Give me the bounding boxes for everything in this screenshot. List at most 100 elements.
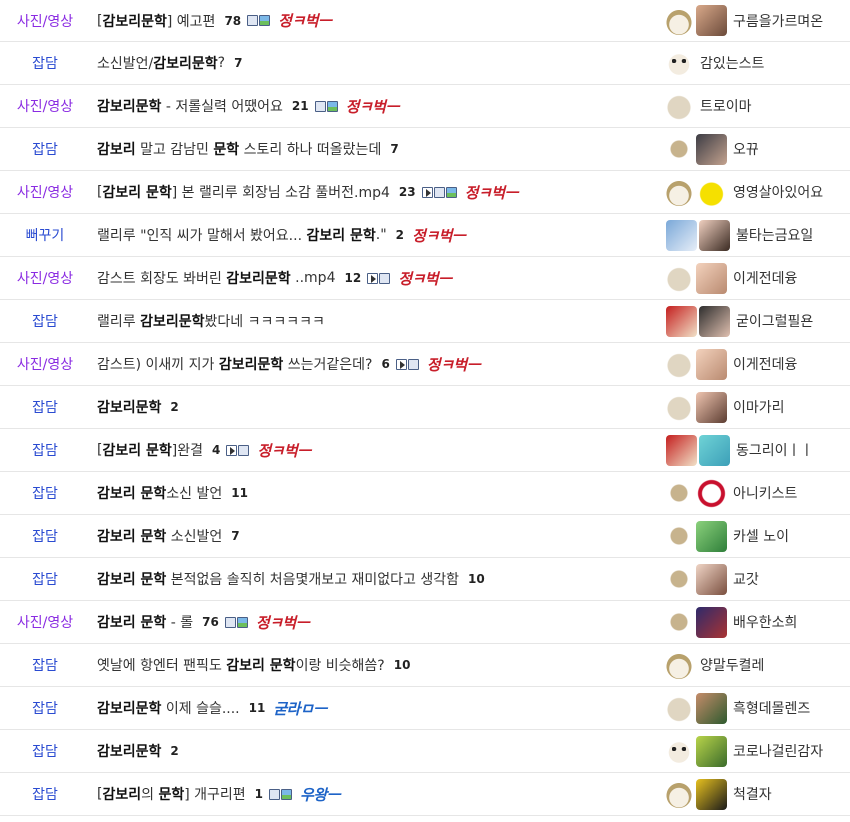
title-text[interactable]: 말고 감남민: [136, 139, 214, 159]
comment-count[interactable]: 7: [231, 529, 239, 543]
author-nickname[interactable]: 영영살아있어요: [733, 182, 823, 202]
comment-count[interactable]: 78: [224, 14, 241, 28]
avatar[interactable]: [696, 520, 727, 552]
post-row[interactable]: 사진/영상[감보리 문학] 본 랠리루 회장님 소감 풀버전.mp4 23 정ㅋ벅ㅡ…: [0, 171, 850, 214]
post-row[interactable]: 잡담 감보리 문학 소신 발언 11 아니키스트: [0, 472, 850, 515]
post-row[interactable]: 사진/영상 감보리 문학 - 롤 76 정ㅋ벅ㅡ 배우한소희: [0, 601, 850, 644]
author-nickname[interactable]: 교갓: [733, 569, 759, 589]
author-nickname[interactable]: 감있는스트: [700, 53, 764, 73]
post-row[interactable]: 잡담 랠리루 감보리문학 봤다네 ㅋㅋㅋㅋㅋㅋ 굳이그럴필욘: [0, 300, 850, 343]
author-nickname[interactable]: 이게전데융: [733, 354, 797, 374]
post-title[interactable]: 감스트 회장도 봐버린 감보리문학 ..mp4 12 정ㅋ벅ㅡ: [97, 257, 452, 299]
post-category[interactable]: 사진/영상: [0, 85, 90, 127]
title-keyword[interactable]: 감보리 문학: [97, 612, 166, 632]
post-title[interactable]: 감보리 문학 소신발언 7: [97, 515, 240, 557]
title-text[interactable]: ] 개구리편: [184, 784, 245, 804]
author-nickname[interactable]: 코로나걸린감자: [733, 741, 823, 761]
title-text[interactable]: - 롤: [166, 612, 193, 632]
post-title[interactable]: 감보리 문학 - 롤 76 정ㅋ벅ㅡ: [97, 601, 310, 643]
avatar[interactable]: [696, 391, 727, 423]
post-category[interactable]: 잡담: [0, 687, 90, 729]
author-nickname[interactable]: 흑형데몰렌즈: [733, 698, 810, 718]
title-keyword[interactable]: 감보리: [102, 784, 141, 804]
title-keyword[interactable]: 감보리 문학: [97, 569, 166, 589]
title-text[interactable]: 이랑 비슷해씀?: [296, 655, 385, 675]
avatar[interactable]: [696, 692, 727, 724]
title-text[interactable]: .": [376, 227, 387, 243]
title-text[interactable]: 본적없음 솔직히 처음몇개보고 재미없다고 생각함: [166, 569, 459, 589]
comment-count[interactable]: 10: [394, 658, 411, 672]
comment-count[interactable]: 10: [468, 572, 485, 586]
post-author[interactable]: 코로나걸린감자: [664, 730, 823, 772]
title-text[interactable]: 랠리루 "인직 씨가 말해서 봤어요...: [97, 225, 306, 245]
title-text[interactable]: ] 본 랠리루 회장님 소감 풀버전.mp4: [172, 182, 390, 202]
title-keyword[interactable]: 감보리 문학: [102, 440, 171, 460]
title-keyword[interactable]: 감보리 문학: [306, 225, 375, 245]
post-author[interactable]: 영영살아있어요: [664, 171, 823, 213]
post-title[interactable]: 감보리문학 - 저롤실력 어땠어요 21 정ㅋ벅ㅡ: [97, 85, 399, 127]
title-keyword[interactable]: 감보리문학: [102, 11, 166, 31]
avatar[interactable]: [696, 778, 727, 810]
title-keyword[interactable]: 감보리 문학: [102, 182, 171, 202]
title-text[interactable]: - 저롤실력 어땠어요: [161, 96, 283, 116]
post-category[interactable]: 잡담: [0, 386, 90, 428]
post-title[interactable]: 감보리문학 2: [97, 386, 179, 428]
title-keyword[interactable]: 감보리문학: [219, 354, 283, 374]
title-keyword[interactable]: 감보리 문학: [97, 483, 166, 503]
avatar[interactable]: [696, 477, 727, 509]
avatar[interactable]: [699, 305, 730, 337]
title-keyword[interactable]: 감보리문학: [97, 741, 161, 761]
title-keyword[interactable]: 문학: [213, 139, 239, 159]
post-category[interactable]: 잡담: [0, 730, 90, 772]
post-title[interactable]: [감보리 문학] 본 랠리루 회장님 소감 풀버전.mp4 23 정ㅋ벅ㅡ: [97, 171, 518, 213]
author-nickname[interactable]: 오뀨: [733, 139, 759, 159]
post-row[interactable]: 잡담[감보리 문학]완결 4 정ㅋ벅ㅡ 동그리이ㅣㅣ: [0, 429, 850, 472]
title-text[interactable]: 스토리 하나 떠올랐는데: [239, 139, 382, 159]
post-category[interactable]: 잡담: [0, 515, 90, 557]
post-author[interactable]: 배우한소희: [664, 601, 797, 643]
avatar[interactable]: [696, 262, 727, 294]
post-row[interactable]: 잡담[감보리 의 문학] 개구리편 1 우왕ㅡ 척결자: [0, 773, 850, 816]
author-nickname[interactable]: 양말두켤레: [700, 655, 764, 675]
post-title[interactable]: [감보리문학] 예고편 78 정ㅋ벅ㅡ: [97, 0, 332, 41]
post-category[interactable]: 잡담: [0, 644, 90, 686]
author-nickname[interactable]: 구름을가르며온: [733, 11, 823, 31]
post-category[interactable]: 뻐꾸기: [0, 214, 90, 256]
post-author[interactable]: 구름을가르며온: [664, 0, 823, 41]
title-keyword[interactable]: 감보리문학: [153, 53, 217, 73]
post-row[interactable]: 잡담 감보리 말고 감남민 문학 스토리 하나 떠올랐는데 7 오뀨: [0, 128, 850, 171]
post-title[interactable]: 감보리 말고 감남민 문학 스토리 하나 떠올랐는데 7: [97, 128, 399, 170]
title-keyword[interactable]: 감보리문학: [140, 311, 204, 331]
comment-count[interactable]: 2: [170, 400, 178, 414]
post-author[interactable]: 척결자: [664, 773, 772, 815]
title-text[interactable]: ]완결: [172, 440, 203, 460]
post-row[interactable]: 사진/영상 감보리문학 - 저롤실력 어땠어요 21 정ㅋ벅ㅡ 트로이마: [0, 85, 850, 128]
author-nickname[interactable]: 굳이그럴필욘: [736, 311, 813, 331]
post-row[interactable]: 잡담 감보리 문학 소신발언 7 카셀 노이: [0, 515, 850, 558]
title-text[interactable]: ?: [218, 55, 225, 71]
post-title[interactable]: 랠리루 "인직 씨가 말해서 봤어요... 감보리 문학 ." 2 정ㅋ벅ㅡ: [97, 214, 466, 256]
post-title[interactable]: 감보리문학 이제 슬슬.... 11 굳라ㅁㅡ: [97, 687, 327, 729]
post-author[interactable]: 오뀨: [664, 128, 759, 170]
post-row[interactable]: 잡담 감보리문학 이제 슬슬.... 11 굳라ㅁㅡ 흑형데몰렌즈: [0, 687, 850, 730]
post-category[interactable]: 사진/영상: [0, 171, 90, 213]
title-keyword[interactable]: 감보리문학: [97, 698, 161, 718]
post-category[interactable]: 사진/영상: [0, 601, 90, 643]
comment-count[interactable]: 11: [249, 701, 266, 715]
avatar[interactable]: [696, 176, 727, 208]
title-text[interactable]: 옛날에 항엔터 팬픽도: [97, 655, 226, 675]
comment-count[interactable]: 4: [212, 443, 220, 457]
post-category[interactable]: 잡담: [0, 42, 90, 84]
post-category[interactable]: 잡담: [0, 300, 90, 342]
author-nickname[interactable]: 척결자: [733, 784, 772, 804]
post-author[interactable]: 트로이마: [664, 85, 752, 127]
post-row[interactable]: 잡담 감보리 문학 본적없음 솔직히 처음몇개보고 재미없다고 생각함 10 교갓: [0, 558, 850, 601]
comment-count[interactable]: 2: [396, 228, 404, 242]
post-row[interactable]: 사진/영상 감스트) 이새끼 지가 감보리문학 쓰는거같은데? 6 정ㅋ벅ㅡ 이게전데융: [0, 343, 850, 386]
title-text[interactable]: ] 예고편: [167, 11, 216, 31]
title-text[interactable]: 감스트) 이새끼 지가: [97, 354, 219, 374]
post-row[interactable]: 뻐꾸기 랠리루 "인직 씨가 말해서 봤어요... 감보리 문학 ." 2 정ㅋ벅ㅡ 불타…: [0, 214, 850, 257]
title-text[interactable]: 감스트 회장도 봐버린: [97, 268, 226, 288]
post-author[interactable]: 이게전데융: [664, 343, 797, 385]
author-nickname[interactable]: 카셀 노이: [733, 526, 789, 546]
